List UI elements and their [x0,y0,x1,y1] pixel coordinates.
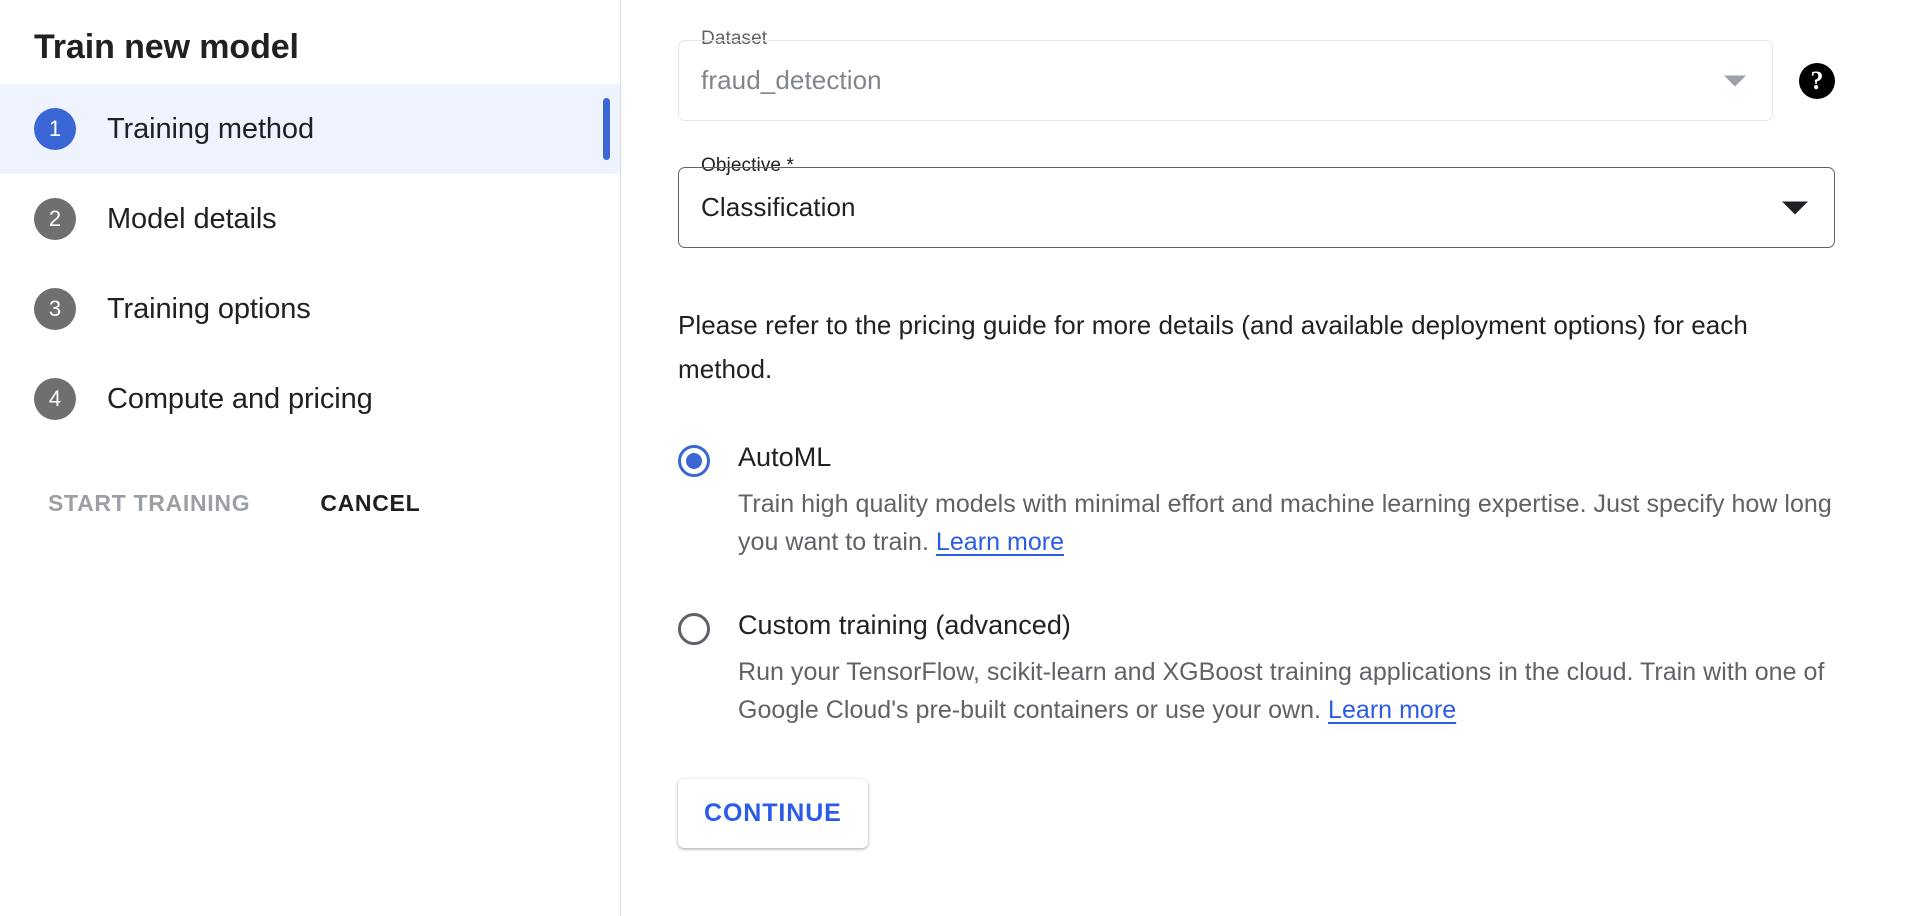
step-number-badge-1: 1 [34,108,76,150]
option-custom-training[interactable]: Custom training (advanced) Run your Tens… [678,609,1835,729]
help-icon[interactable]: ? [1799,63,1835,99]
training-method-panel: Dataset fraud_detection ? Objective * Cl… [621,0,1928,916]
sidebar-item-label-training-options: Training options [107,293,311,326]
sidebar-item-training-options[interactable]: 3 Training options [0,264,620,354]
sidebar-item-label-compute-and-pricing: Compute and pricing [107,383,373,416]
chevron-down-icon[interactable] [1724,75,1746,86]
custom-training-learn-more-link[interactable]: Learn more [1328,696,1456,724]
option-automl[interactable]: AutoML Train high quality models with mi… [678,441,1835,561]
start-training-button[interactable]: START TRAINING [48,482,250,525]
option-custom-training-body: Custom training (advanced) Run your Tens… [738,609,1863,729]
radio-automl[interactable] [678,445,710,477]
sidebar-item-compute-and-pricing[interactable]: 4 Compute and pricing [0,354,620,444]
objective-select-box[interactable]: Classification [678,167,1835,248]
train-new-model-wizard: Train new model 1 Training method 2 Mode… [0,0,1928,916]
sidebar-action-bar: START TRAINING CANCEL [0,482,620,525]
option-automl-description-text: Train high quality models with minimal e… [738,490,1832,556]
option-automl-description: Train high quality models with minimal e… [738,485,1863,561]
sidebar-item-label-training-method: Training method [107,113,314,146]
option-automl-title: AutoML [738,441,1863,473]
option-custom-training-title: Custom training (advanced) [738,609,1863,641]
sidebar-item-model-details[interactable]: 2 Model details [0,174,620,264]
dataset-select-box[interactable]: fraud_detection [678,40,1773,121]
dataset-field-wrapper: Dataset fraud_detection ? [678,40,1773,121]
pricing-guide-note: Please refer to the pricing guide for mo… [678,303,1828,391]
chevron-down-icon[interactable] [1782,201,1808,214]
option-custom-training-description: Run your TensorFlow, scikit-learn and XG… [738,653,1863,729]
form-area: Dataset fraud_detection ? Objective * Cl… [678,0,1835,848]
radio-custom-training[interactable] [678,613,710,645]
dataset-select[interactable]: Dataset fraud_detection [678,40,1773,121]
wizard-sidebar: Train new model 1 Training method 2 Mode… [0,0,621,916]
step-number-badge-4: 4 [34,378,76,420]
option-automl-body: AutoML Train high quality models with mi… [738,441,1863,561]
objective-select[interactable]: Objective * Classification [678,167,1835,248]
wizard-step-list: 1 Training method 2 Model details 3 Trai… [0,84,620,444]
sidebar-item-training-method[interactable]: 1 Training method [0,84,620,174]
active-step-indicator [603,98,610,160]
automl-learn-more-link[interactable]: Learn more [936,528,1064,556]
option-custom-training-description-text: Run your TensorFlow, scikit-learn and XG… [738,658,1824,724]
objective-field-wrapper: Objective * Classification [678,167,1835,248]
sidebar-item-label-model-details: Model details [107,203,277,236]
objective-value: Classification [701,192,856,223]
continue-button[interactable]: CONTINUE [678,779,868,848]
dataset-value: fraud_detection [701,65,882,96]
page-title: Train new model [0,0,620,68]
cancel-button[interactable]: CANCEL [320,482,420,525]
step-number-badge-2: 2 [34,198,76,240]
step-number-badge-3: 3 [34,288,76,330]
training-method-options: AutoML Train high quality models with mi… [678,441,1835,729]
